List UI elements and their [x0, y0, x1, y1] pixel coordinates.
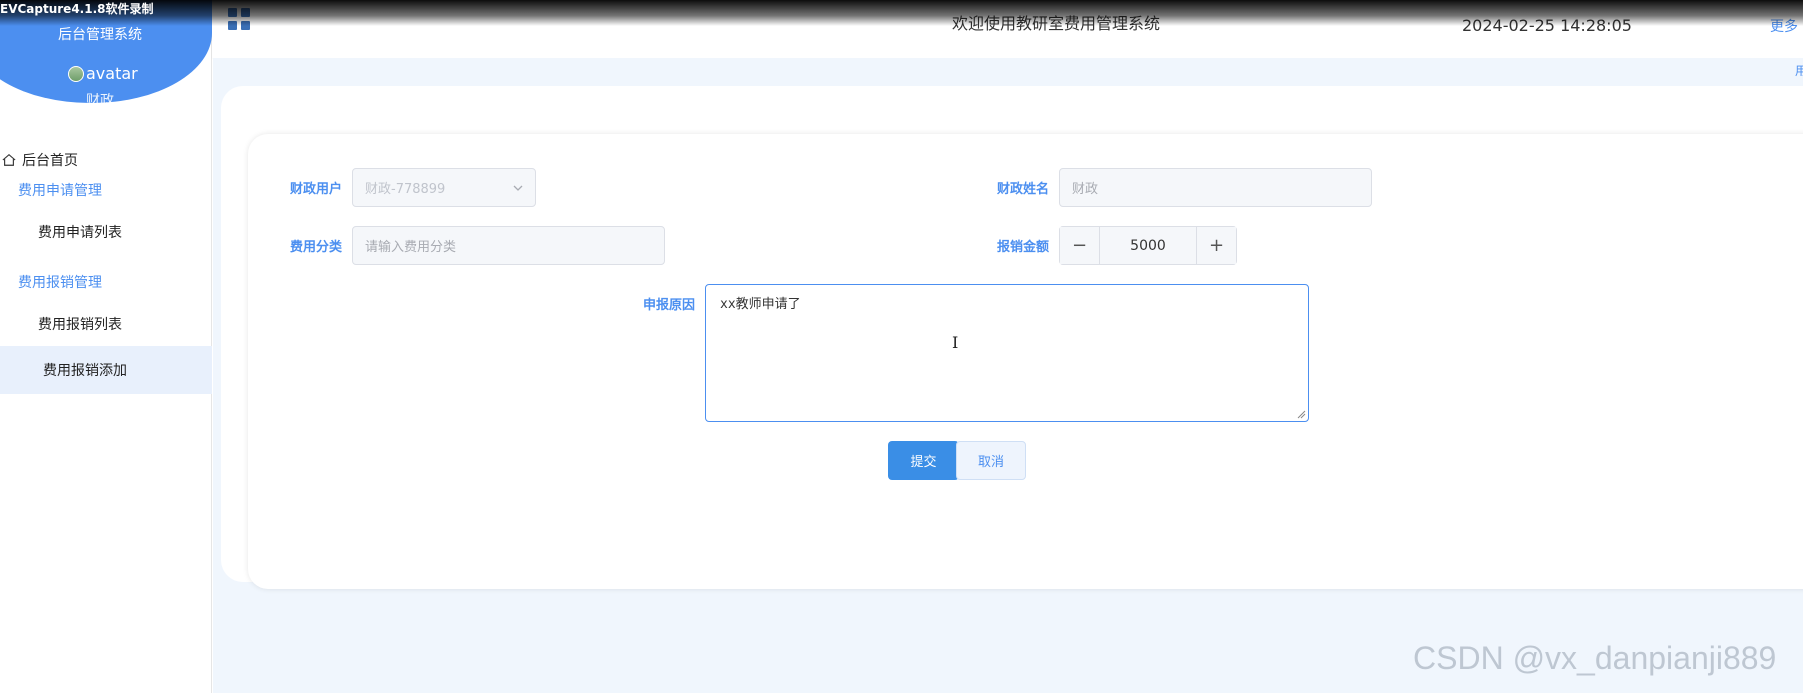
sidebar-item-reimburse-list[interactable]: 费用报销列表	[0, 300, 212, 348]
watermark: CSDN @vx_danpianji889	[1413, 640, 1777, 676]
cancel-button[interactable]: 取消	[956, 441, 1026, 480]
amount-label: 报销金额	[996, 240, 1049, 255]
resize-handle-icon[interactable]	[1296, 409, 1306, 419]
reason-value: xx教师申请了	[720, 297, 801, 312]
amount-stepper[interactable]: − 5000 +	[1059, 226, 1237, 265]
menu-toggle-icon[interactable]	[228, 8, 250, 30]
main-content: 财政用户 财政-778899 财政姓名 财政 费用分类 请输入费用分类 报销金额	[213, 58, 1803, 693]
submit-button[interactable]: 提交	[888, 441, 959, 480]
broken-image-icon	[68, 65, 84, 82]
user-role: 财政	[86, 93, 114, 109]
app-root: 后台管理系统 avatar 财政 后台首页 费用申请管理 费用申请列表 费用报销…	[0, 0, 1803, 693]
menu-group-reimburse[interactable]: 费用报销管理	[18, 272, 102, 292]
sidebar-item-label: 后台首页	[22, 153, 78, 169]
edge-text: 用	[1795, 64, 1803, 78]
sidebar-item-home[interactable]: 后台首页	[0, 140, 212, 180]
content-card: 财政用户 财政-778899 财政姓名 财政 费用分类 请输入费用分类 报销金额	[221, 86, 1803, 589]
finance-user-select[interactable]: 财政-778899	[352, 168, 536, 207]
sidebar: 后台管理系统 avatar 财政 后台首页 费用申请管理 费用申请列表 费用报销…	[0, 0, 212, 693]
finance-name-placeholder: 财政	[1072, 182, 1099, 197]
top-bar: 欢迎使用教研室费用管理系统 2024-02-25 14:28:05 更多	[212, 0, 1803, 58]
decrement-button[interactable]: −	[1060, 227, 1100, 264]
home-icon	[2, 154, 16, 166]
finance-user-value: 财政-778899	[365, 182, 446, 197]
recorder-label: EVCapture4.1.8软件录制	[0, 2, 154, 16]
sidebar-item-label: 费用报销添加	[43, 363, 127, 379]
sidebar-item-reimburse-add[interactable]: 费用报销添加	[0, 346, 212, 394]
datetime: 2024-02-25 14:28:05	[1462, 16, 1632, 35]
menu-group-apply[interactable]: 费用申请管理	[18, 180, 102, 200]
system-title: 后台管理系统	[58, 27, 142, 43]
amount-value[interactable]: 5000	[1100, 227, 1196, 264]
category-placeholder: 请输入费用分类	[365, 240, 457, 255]
reason-label: 申报原因	[642, 298, 695, 313]
avatar-alt-text: avatar	[86, 64, 138, 83]
welcome-text: 欢迎使用教研室费用管理系统	[952, 14, 1161, 33]
text-cursor-icon: I	[952, 333, 959, 352]
reason-textarea[interactable]: xx教师申请了	[705, 284, 1309, 422]
category-label: 费用分类	[289, 240, 342, 255]
avatar[interactable]: avatar	[68, 64, 138, 83]
finance-name-input[interactable]: 财政	[1059, 168, 1372, 207]
finance-name-label: 财政姓名	[996, 182, 1049, 197]
chevron-down-icon	[513, 185, 523, 191]
more-link[interactable]: 更多	[1770, 16, 1798, 36]
reimburse-form: 财政用户 财政-778899 财政姓名 财政 费用分类 请输入费用分类 报销金额	[248, 134, 1803, 589]
sidebar-item-apply-list[interactable]: 费用申请列表	[0, 208, 212, 256]
finance-user-label: 财政用户	[289, 182, 342, 197]
sidebar-item-label: 费用报销列表	[38, 317, 122, 333]
sidebar-item-label: 费用申请列表	[38, 225, 122, 241]
category-input[interactable]: 请输入费用分类	[352, 226, 665, 265]
increment-button[interactable]: +	[1196, 227, 1236, 264]
